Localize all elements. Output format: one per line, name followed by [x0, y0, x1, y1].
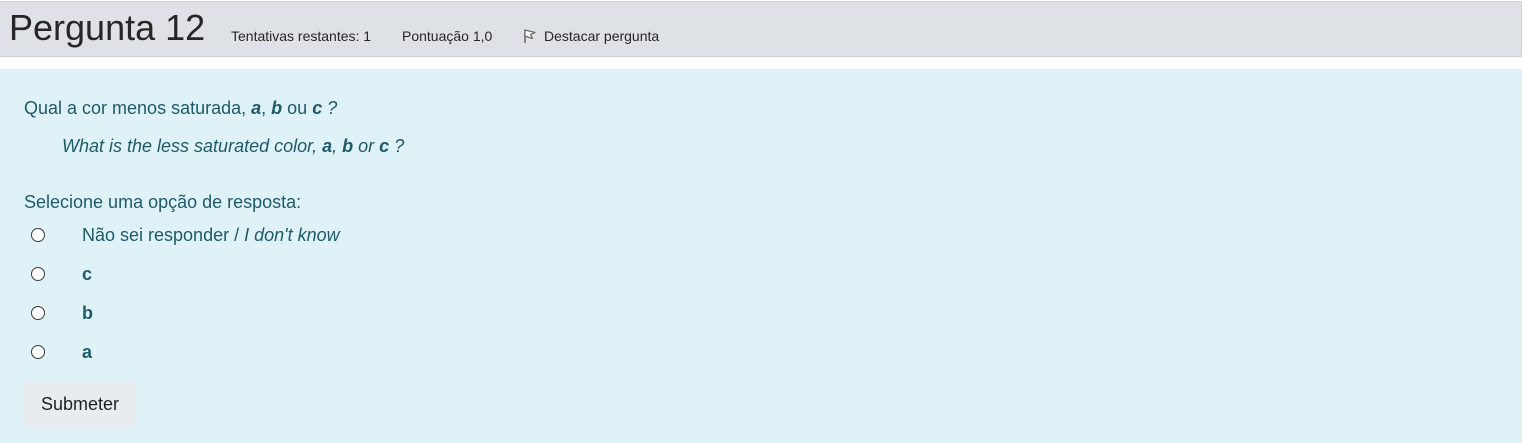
- radio-button[interactable]: [31, 228, 45, 242]
- answer-option-dont-know[interactable]: Não sei responder / I don't know: [30, 223, 340, 247]
- question-header: Pergunta 12 Tentativas restantes: 1 Pont…: [0, 1, 1522, 57]
- answer-option-label: a: [82, 342, 93, 362]
- answer-option-label: c: [82, 264, 93, 284]
- answer-option-label: Não sei responder / I don't know: [82, 225, 340, 245]
- answer-option-c[interactable]: c: [30, 262, 92, 286]
- answer-option-a[interactable]: a: [30, 340, 92, 364]
- question-text-en: What is the less saturated color, a, b o…: [62, 136, 405, 156]
- answer-option-b[interactable]: b: [30, 301, 93, 325]
- attempts-remaining: Tentativas restantes: 1: [231, 28, 372, 44]
- radio-button[interactable]: [31, 306, 45, 320]
- flag-question-label: Destacar pergunta: [544, 28, 660, 44]
- question-content: Qual a cor menos saturada, a, b ou c ? W…: [0, 69, 1522, 443]
- flag-question-link[interactable]: Destacar pergunta: [522, 27, 659, 45]
- submit-button[interactable]: Submeter: [24, 382, 136, 427]
- radio-button[interactable]: [31, 345, 45, 359]
- radio-button[interactable]: [31, 267, 45, 281]
- answer-prompt: Selecione uma opção de resposta:: [24, 192, 302, 212]
- flag-icon: [522, 28, 538, 44]
- quiz-page: Pergunta 12 Tentativas restantes: 1 Pont…: [0, 0, 1524, 443]
- question-title: Pergunta 12: [9, 7, 206, 48]
- question-text-pt: Qual a cor menos saturada, a, b ou c ?: [24, 98, 338, 118]
- answer-option-label: b: [82, 303, 93, 323]
- question-grade: Pontuação 1,0: [402, 28, 493, 44]
